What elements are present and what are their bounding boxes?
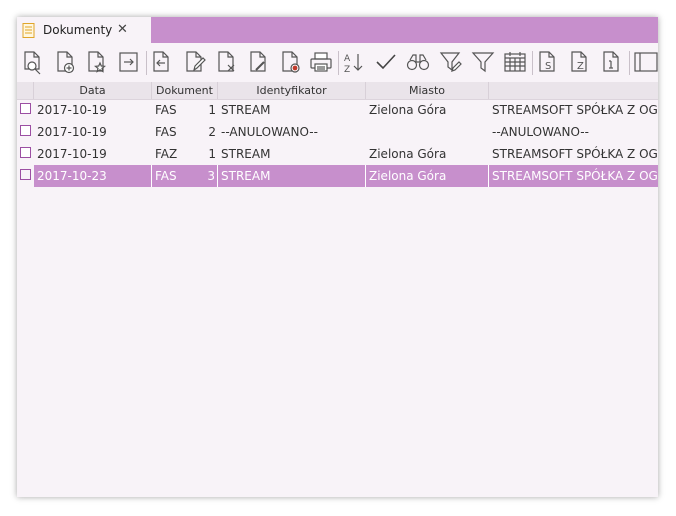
row-checkbox[interactable]: [20, 169, 31, 180]
calendar-icon[interactable]: [502, 49, 528, 75]
toolbar: A Z S Z: [17, 46, 658, 80]
cell-city: Zielona Góra: [369, 147, 447, 161]
columns-icon[interactable]: [632, 49, 658, 75]
cell-doc-number: 3: [202, 165, 218, 187]
row-checkbox[interactable]: [20, 147, 31, 158]
annul-document-icon[interactable]: [245, 49, 271, 75]
row-checkbox[interactable]: [20, 103, 31, 114]
cell-name: STREAMSOFT SPÓŁKA Z OGRANICZONĄ: [492, 147, 658, 161]
close-icon[interactable]: ✕: [117, 23, 128, 36]
header-nazwa[interactable]: [489, 82, 658, 99]
header-miasto[interactable]: Miasto: [366, 82, 489, 99]
table-row-selected[interactable]: 2017-10-23 FAS 3 STREAM Zielona Góra STR…: [17, 165, 658, 187]
checkmark-icon[interactable]: [373, 49, 399, 75]
tab-dokumenty[interactable]: Dokumenty ✕: [17, 17, 151, 43]
print-icon[interactable]: [308, 49, 334, 75]
toolbar-separator: [629, 51, 630, 75]
documents-window: Dokumenty ✕ A Z S Z Data Dokument Identy…: [17, 17, 658, 497]
export-document-icon[interactable]: [116, 49, 142, 75]
cell-doc-type: FAS: [152, 165, 202, 187]
cell-doc-number: 1: [208, 103, 216, 117]
cell-date: 2017-10-19: [37, 147, 107, 161]
sort-az-icon[interactable]: A Z: [341, 49, 367, 75]
svg-text:S: S: [545, 61, 551, 72]
preview-document-icon[interactable]: [19, 49, 45, 75]
cell-doc-number: 2: [208, 125, 216, 139]
cell-city: [366, 121, 489, 143]
svg-text:A: A: [344, 54, 351, 64]
record-document-icon[interactable]: [277, 49, 303, 75]
table-row[interactable]: 2017-10-19 FAS 2 --ANULOWANO-- --ANULOWA…: [17, 121, 658, 143]
table-row[interactable]: 2017-10-19 FAS 1 STREAM Zielona Góra STR…: [17, 99, 658, 121]
table-header: Data Dokument Identyfikator Miasto: [17, 82, 658, 100]
cell-identifier: STREAM: [221, 147, 271, 161]
edit-document-icon[interactable]: [181, 49, 207, 75]
cell-name: STREAMSOFT SPÓŁKA Z OGRANICZONĄ: [492, 103, 658, 117]
header-checkbox-column: [17, 82, 34, 99]
document-list-icon: [22, 23, 35, 42]
cell-date: 2017-10-19: [37, 103, 107, 117]
toolbar-separator: [146, 51, 147, 75]
binoculars-icon[interactable]: [405, 49, 431, 75]
tab-title: Dokumenty: [43, 23, 113, 37]
filter-icon[interactable]: [470, 49, 496, 75]
document-info-icon[interactable]: [599, 49, 625, 75]
add-document-icon[interactable]: [52, 49, 78, 75]
cell-name: --ANULOWANO--: [492, 125, 589, 139]
tab-bar: Dokumenty ✕: [17, 17, 658, 43]
svg-text:Z: Z: [344, 65, 350, 75]
cell-doc-type: FAS: [155, 125, 177, 139]
cell-doc-number: 1: [208, 147, 216, 161]
cell-name: STREAMSOFT SPÓŁKA Z OGRANICZONĄ: [489, 165, 658, 187]
header-dokument[interactable]: Dokument: [152, 82, 218, 99]
header-identyfikator[interactable]: Identyfikator: [218, 82, 366, 99]
svg-text:Z: Z: [577, 61, 584, 72]
toolbar-separator: [338, 51, 339, 75]
cell-date: 2017-10-23: [34, 165, 152, 187]
filter-edit-icon[interactable]: [438, 49, 464, 75]
cell-identifier: --ANULOWANO--: [221, 125, 318, 139]
document-z-icon[interactable]: Z: [567, 49, 593, 75]
cell-identifier: STREAM: [218, 165, 366, 187]
toolbar-separator: [532, 51, 533, 75]
delete-document-icon[interactable]: [213, 49, 239, 75]
document-s-icon[interactable]: S: [535, 49, 561, 75]
cell-city: Zielona Góra: [369, 103, 447, 117]
row-checkbox[interactable]: [20, 125, 31, 136]
cell-doc-type: FAZ: [155, 147, 178, 161]
import-document-icon[interactable]: [148, 49, 174, 75]
table-row[interactable]: 2017-10-19 FAZ 1 STREAM Zielona Góra STR…: [17, 143, 658, 165]
header-data[interactable]: Data: [34, 82, 152, 99]
cell-city: Zielona Góra: [366, 165, 489, 187]
favorite-document-icon[interactable]: [83, 49, 109, 75]
cell-identifier: STREAM: [221, 103, 271, 117]
cell-doc-type: FAS: [155, 103, 177, 117]
cell-date: 2017-10-19: [37, 125, 107, 139]
